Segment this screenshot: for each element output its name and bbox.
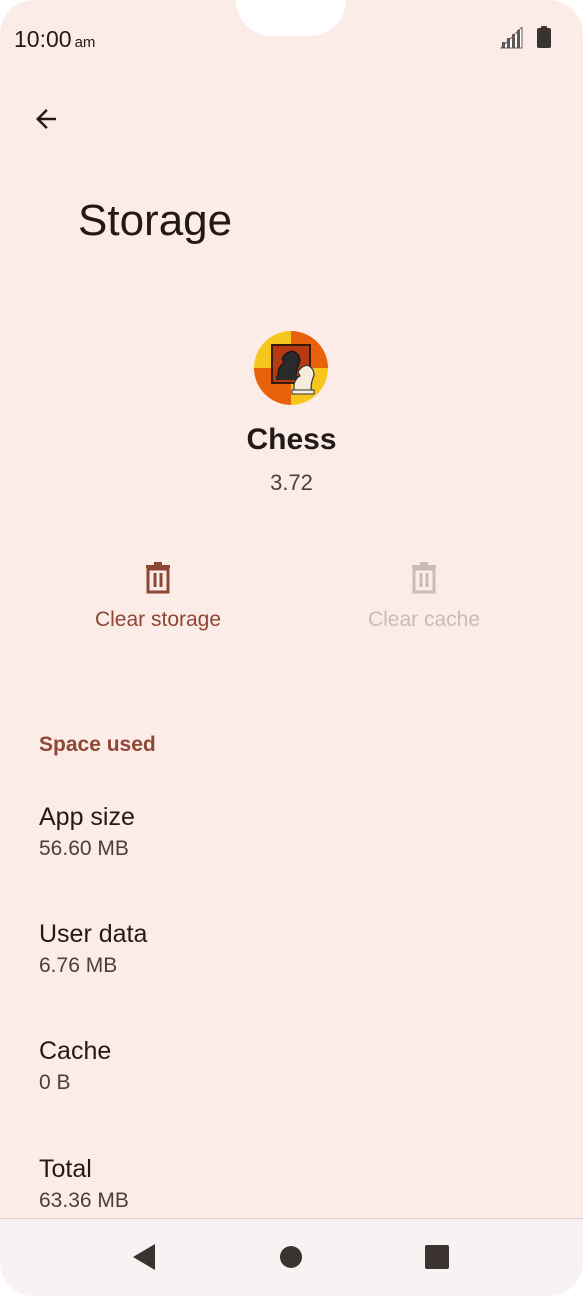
cell-signal-icon xyxy=(499,25,524,54)
nav-recents-button[interactable] xyxy=(415,1235,459,1279)
info-row-value: 63.36 MB xyxy=(39,1189,129,1212)
trash-icon xyxy=(412,562,436,594)
info-row-value: 0 B xyxy=(39,1071,71,1094)
info-row-app-size: App size 56.60 MB xyxy=(39,802,135,862)
app-version: 3.72 xyxy=(270,470,313,495)
nav-recents-square-icon xyxy=(425,1245,449,1269)
info-row-cache: Cache 0 B xyxy=(39,1036,111,1096)
chess-knight-app-icon xyxy=(254,331,328,405)
status-time-ampm: am xyxy=(74,34,96,51)
info-row-title: Total xyxy=(39,1155,92,1183)
info-row-value: 56.60 MB xyxy=(39,837,129,860)
arrow-back-icon xyxy=(36,109,56,129)
info-row-title: Cache xyxy=(39,1037,112,1065)
status-time-value: 10:00 xyxy=(14,26,72,52)
info-row-value: 6.76 MB xyxy=(39,954,118,977)
phone-screen: 10:00 am Storage Chess 3.72 Clear storag… xyxy=(0,0,583,1296)
space-used-header: Space used xyxy=(39,733,156,756)
battery-full-icon xyxy=(537,26,551,53)
info-row-title: User data xyxy=(39,920,148,948)
camera-notch xyxy=(236,0,346,36)
clear-cache-label: Clear cache xyxy=(367,608,481,631)
clear-storage-button[interactable]: Clear storage xyxy=(38,562,278,658)
status-time: 10:00 am xyxy=(14,26,95,53)
nav-home-circle-icon xyxy=(280,1246,302,1268)
system-nav-bar xyxy=(0,1219,583,1296)
info-row-user-data: User data 6.76 MB xyxy=(39,919,147,979)
clear-cache-button: Clear cache xyxy=(304,562,544,658)
nav-home-button[interactable] xyxy=(269,1235,313,1279)
trash-icon xyxy=(146,562,170,594)
back-button[interactable] xyxy=(24,97,68,141)
info-row-title: App size xyxy=(39,803,135,831)
app-name: Chess xyxy=(246,423,337,456)
nav-back-triangle-icon xyxy=(133,1244,155,1270)
nav-back-button[interactable] xyxy=(122,1235,166,1279)
info-row-total: Total 63.36 MB xyxy=(39,1154,129,1214)
clear-storage-label: Clear storage xyxy=(94,608,222,631)
page-title: Storage xyxy=(78,196,233,245)
